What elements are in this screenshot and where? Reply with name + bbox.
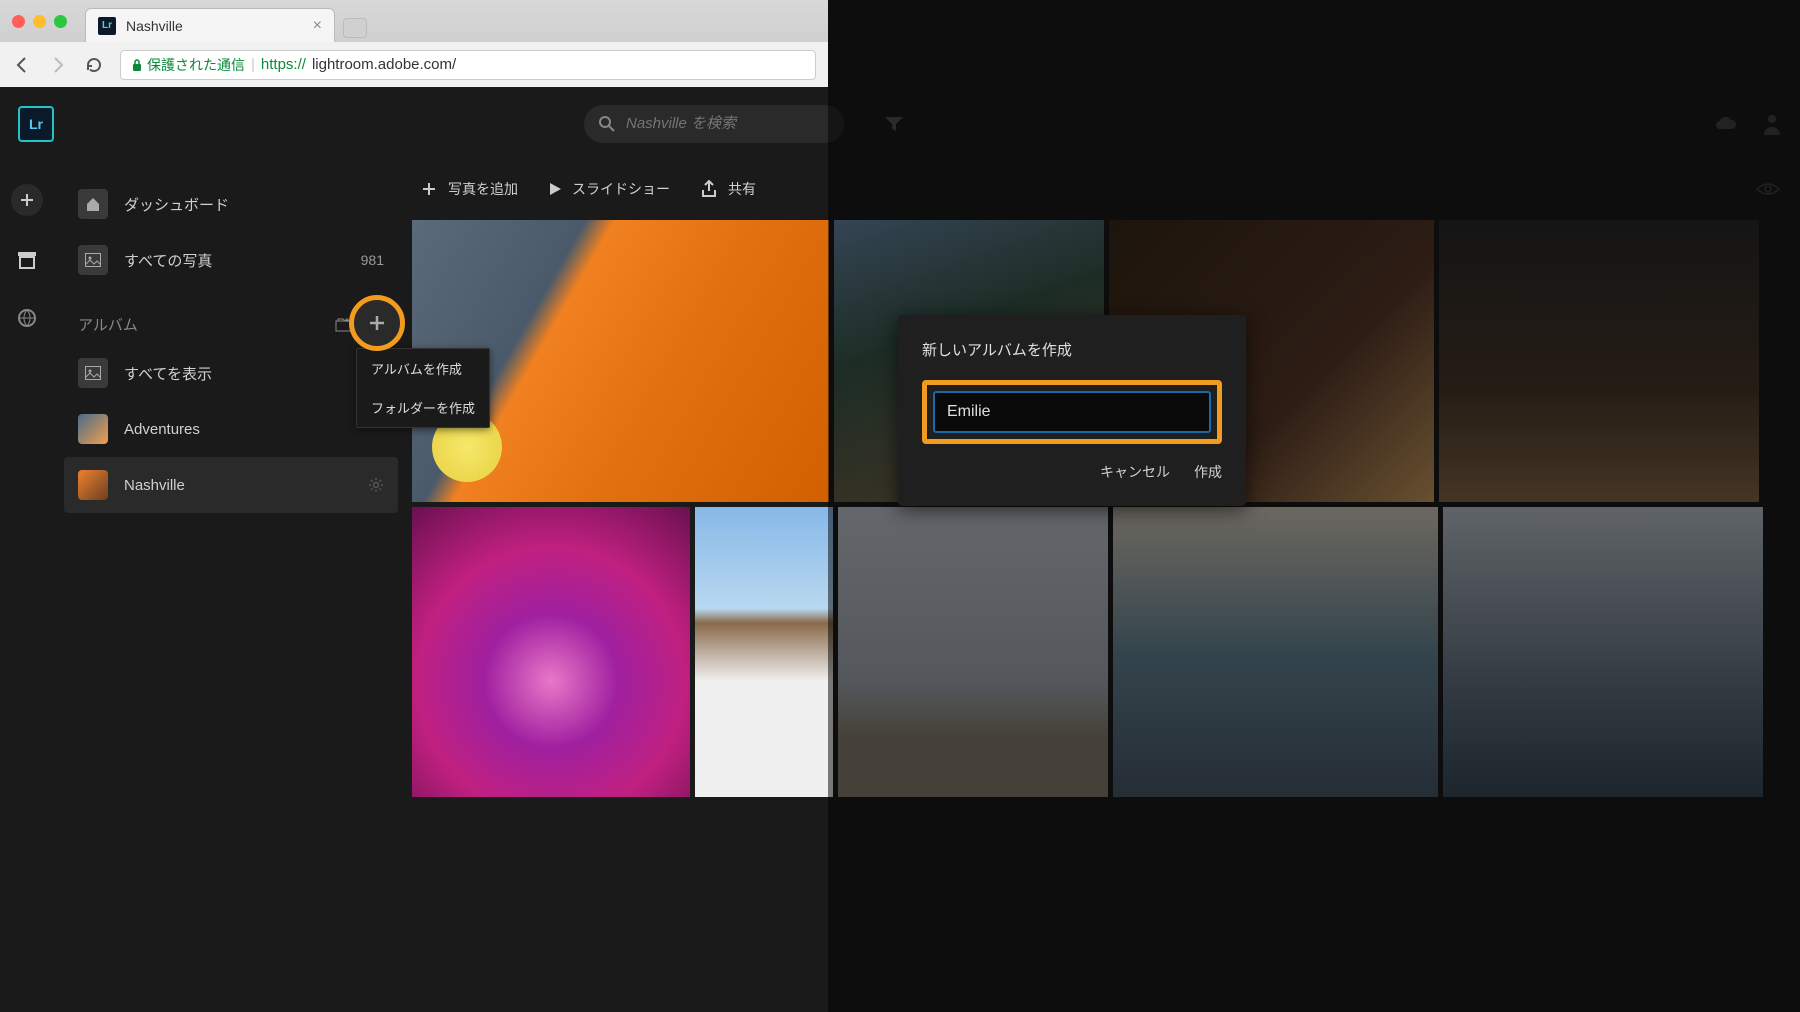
slideshow-button[interactable]: スライドショー: [548, 179, 670, 199]
traffic-lights: [12, 15, 67, 28]
share-button[interactable]: 共有: [700, 179, 756, 199]
url-bar: 保護された通信 | https://lightroom.adobe.com/: [0, 42, 828, 87]
create-album-modal: 新しいアルバムを作成 キャンセル 作成: [898, 315, 1246, 506]
sidebar-label: Nashville: [124, 477, 185, 494]
photo-icon: [78, 245, 108, 275]
album-thumb: [78, 414, 108, 444]
rail-add-button[interactable]: [11, 184, 43, 216]
maximize-window-button[interactable]: [54, 15, 67, 28]
url-field[interactable]: 保護された通信 | https://lightroom.adobe.com/: [120, 50, 816, 80]
photo-thumbnail[interactable]: [412, 507, 690, 797]
search-icon: [598, 115, 616, 133]
albums-header: アルバム Aᴢ: [64, 300, 398, 345]
add-photos-button[interactable]: 写真を追加: [420, 179, 518, 199]
favicon: Lr: [98, 17, 116, 35]
close-window-button[interactable]: [12, 15, 25, 28]
sidebar-album-adventures[interactable]: Adventures: [64, 401, 398, 457]
create-button[interactable]: 作成: [1194, 462, 1222, 482]
tab-bar: Lr Nashville ×: [0, 0, 828, 42]
sidebar-dashboard[interactable]: ダッシュボード: [64, 176, 398, 232]
sidebar-label: ダッシュボード: [124, 194, 229, 215]
forward-button[interactable]: [48, 55, 68, 75]
sidebar-album-nashville[interactable]: Nashville: [64, 457, 398, 513]
add-menu: アルバムを作成 フォルダーを作成: [356, 348, 490, 428]
sidebar-all-photos[interactable]: すべての写真 981: [64, 232, 398, 288]
search-input[interactable]: [626, 115, 830, 132]
new-tab-button[interactable]: [343, 18, 367, 38]
tab-close-icon[interactable]: ×: [313, 17, 322, 35]
plus-icon: [420, 180, 438, 198]
reload-button[interactable]: [84, 55, 104, 75]
minimize-window-button[interactable]: [33, 15, 46, 28]
left-rail: [0, 160, 54, 332]
albums-label: アルバム: [78, 314, 324, 335]
add-album-button[interactable]: [349, 295, 405, 351]
photo-thumbnail[interactable]: [695, 507, 833, 797]
secure-indicator: 保護された通信: [131, 55, 245, 75]
plus-icon: [366, 312, 388, 334]
browser-tab[interactable]: Lr Nashville ×: [85, 8, 335, 42]
rail-archive-icon[interactable]: [13, 246, 41, 274]
dim-overlay: [828, 0, 1800, 1012]
gear-icon[interactable]: [368, 477, 384, 493]
lock-icon: [131, 58, 143, 72]
sidebar-show-all-albums[interactable]: すべてを表示: [64, 345, 398, 401]
modal-title: 新しいアルバムを作成: [922, 339, 1222, 360]
sidebar-label: Adventures: [124, 421, 200, 438]
sidebar-label: すべての写真: [124, 250, 212, 271]
back-button[interactable]: [12, 55, 32, 75]
cancel-button[interactable]: キャンセル: [1100, 462, 1170, 482]
modal-input-highlight: [922, 380, 1222, 444]
tab-title: Nashville: [126, 18, 303, 34]
album-name-input[interactable]: [933, 391, 1211, 433]
play-icon: [548, 182, 562, 196]
browser-chrome: Lr Nashville × 保護された通信 | https://lightro…: [0, 0, 828, 87]
search-bar[interactable]: [584, 105, 844, 143]
share-icon: [700, 180, 718, 198]
menu-create-folder[interactable]: フォルダーを作成: [357, 388, 489, 427]
sidebar: ダッシュボード すべての写真 981 アルバム Aᴢ すべてを表示 Advent…: [54, 160, 408, 529]
rail-globe-icon[interactable]: [13, 304, 41, 332]
photo-count: 981: [361, 252, 384, 268]
home-icon: [78, 189, 108, 219]
url-text: lightroom.adobe.com/: [312, 56, 456, 73]
photo-icon: [78, 358, 108, 388]
app-logo[interactable]: Lr: [18, 106, 54, 142]
menu-create-album[interactable]: アルバムを作成: [357, 349, 489, 388]
url-protocol: https://: [261, 56, 306, 73]
album-thumb: [78, 470, 108, 500]
sidebar-label: すべてを表示: [124, 363, 212, 384]
